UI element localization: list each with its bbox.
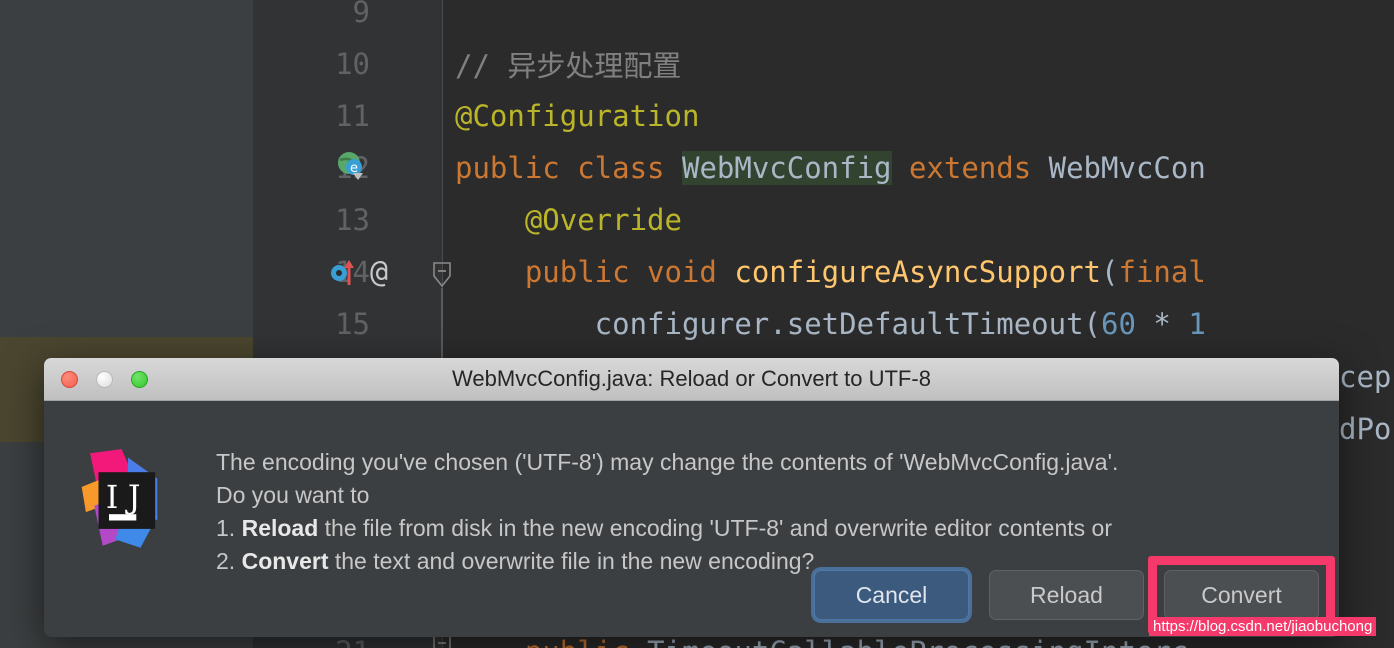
code-text: @Configuration — [455, 99, 699, 133]
code-token: final — [1118, 255, 1206, 289]
dialog-message-line: 1. Reload the file from disk in the new … — [216, 512, 1319, 545]
code-line: 13 @Override — [260, 194, 1394, 246]
code-token: * — [1135, 307, 1189, 341]
screen: 9 10 // 异步处理配置 11 @Configuration 12public cla… — [0, 0, 1394, 648]
code-token: WebMvcConfig — [681, 151, 892, 185]
line-number: 10 — [335, 47, 370, 81]
code-line: 15 configurer.setDefaultTimeout(60 * 1 — [260, 298, 1394, 350]
dialog-body: I J The encoding you've chosen ('UTF-8')… — [44, 401, 1339, 637]
line-number: 15 — [335, 307, 370, 341]
override-glyph — [331, 260, 354, 285]
override-method-icon[interactable] — [330, 258, 354, 293]
fold-minus-glyph — [433, 262, 451, 288]
annotation-at-icon[interactable]: @ — [370, 258, 388, 288]
code-text: public void configureAsyncSupport(final — [455, 255, 1206, 289]
code-token: WebMvcCon — [1048, 151, 1206, 185]
dialog-message: The encoding you've chosen ('UTF-8') may… — [216, 446, 1319, 578]
dialog-message-text: the text and overwrite file in the new e… — [328, 548, 815, 574]
dialog-message-text: 2. — [216, 548, 242, 574]
intellij-idea-logo: I J — [81, 449, 158, 548]
cancel-button[interactable]: Cancel — [814, 570, 969, 620]
dialog-titlebar[interactable]: WebMvcConfig.java: Reload or Convert to … — [44, 358, 1339, 401]
code-line: 9 — [260, 0, 1394, 38]
convert-button[interactable]: Convert — [1164, 570, 1319, 620]
code-token: configurer.setDefaultTimeout( — [455, 307, 1102, 341]
close-icon[interactable] — [61, 371, 78, 388]
watermark: https://blog.csdn.net/jiaobuchong — [1149, 617, 1377, 636]
window-controls — [61, 371, 148, 388]
code-text: public class WebMvcConfig extends WebMvc… — [455, 151, 1206, 185]
dialog-message-text: 1. — [216, 515, 242, 541]
dialog-message-line: The encoding you've chosen ('UTF-8') may… — [216, 446, 1319, 479]
dialog-message-line: Do you want to — [216, 479, 1319, 512]
dialog-message-text: The encoding you've chosen ('UTF-8') may… — [216, 449, 1119, 475]
code-token: configureAsyncSupport — [734, 255, 1102, 289]
code-token: @Override — [455, 203, 682, 237]
code-fragment-right-2: dPo — [1339, 412, 1392, 446]
code-token: 60 — [1101, 307, 1136, 341]
code-text: // 异步处理配置 — [455, 43, 681, 85]
code-token: // 异步处理配置 — [455, 49, 682, 83]
code-text: configurer.setDefaultTimeout(60 * 1 — [455, 307, 1206, 341]
maximize-icon[interactable] — [131, 371, 148, 388]
logo-text-ij: I — [106, 480, 118, 516]
dialog-message-text: the file from disk in the new encoding '… — [318, 515, 1112, 541]
dialog-message-emphasis: Reload — [241, 515, 319, 541]
code-line: 12public class WebMvcConfig extends WebM… — [260, 142, 1394, 194]
code-token: 1 — [1188, 307, 1206, 341]
line-number: 9 — [352, 0, 370, 29]
code-text: @Override — [455, 203, 682, 237]
dialog-button-row: Cancel Reload Convert — [814, 556, 1335, 634]
code-token: @Configuration — [455, 99, 700, 133]
code-token: public class — [455, 151, 682, 185]
dialog-message-emphasis: Convert — [241, 548, 329, 574]
code-token: public void — [455, 255, 735, 289]
minimize-icon[interactable] — [96, 371, 113, 388]
code-token: ( — [1101, 255, 1119, 289]
spring-bean-glyph: e — [338, 152, 363, 180]
code-fragment-right-1: cep — [1339, 360, 1392, 394]
dialog-title: WebMvcConfig.java: Reload or Convert to … — [452, 366, 931, 391]
code-token: extends — [891, 151, 1049, 185]
svg-text:J: J — [125, 480, 141, 516]
code-fold-rail — [441, 288, 443, 360]
line-number: 11 — [335, 99, 370, 133]
code-line: 11 @Configuration — [260, 90, 1394, 142]
line-number: 13 — [335, 203, 370, 237]
convert-button-wrapper: Convert — [1148, 556, 1335, 634]
dialog-message-text: Do you want to — [216, 482, 370, 508]
reload-button[interactable]: Reload — [989, 570, 1144, 620]
spring-bean-icon[interactable]: e — [336, 150, 366, 185]
code-line: 14 public void configureAsyncSupport(fin… — [260, 246, 1394, 298]
encoding-dialog: WebMvcConfig.java: Reload or Convert to … — [44, 358, 1339, 637]
code-line: 10 // 异步处理配置 — [260, 38, 1394, 90]
